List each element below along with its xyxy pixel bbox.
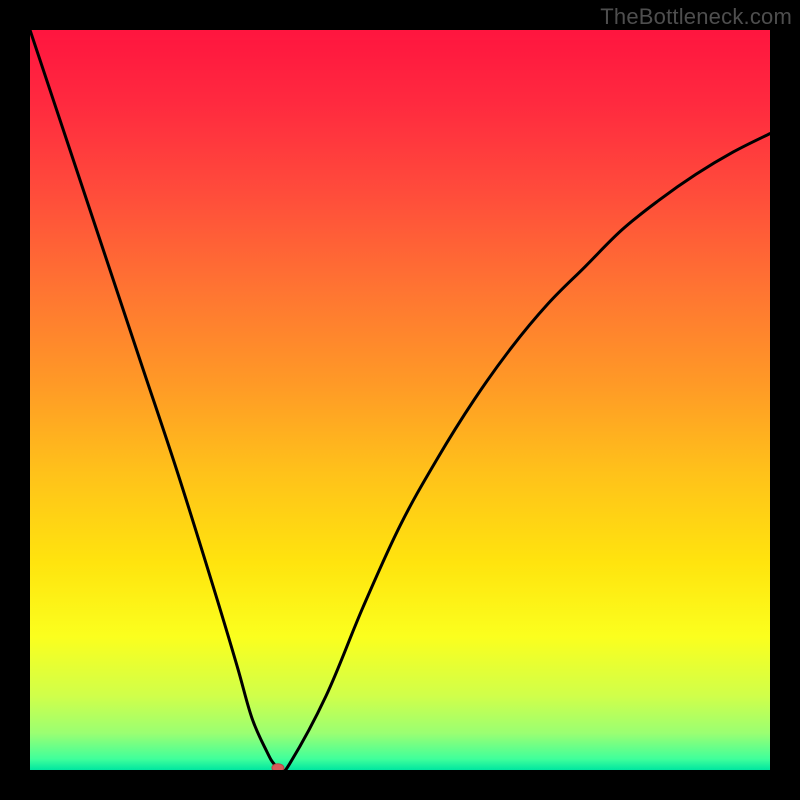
optimum-marker <box>272 764 284 770</box>
app-frame: TheBottleneck.com <box>0 0 800 800</box>
bottleneck-chart <box>30 30 770 770</box>
gradient-background <box>30 30 770 770</box>
watermark-text: TheBottleneck.com <box>600 4 792 30</box>
chart-area <box>30 30 770 770</box>
